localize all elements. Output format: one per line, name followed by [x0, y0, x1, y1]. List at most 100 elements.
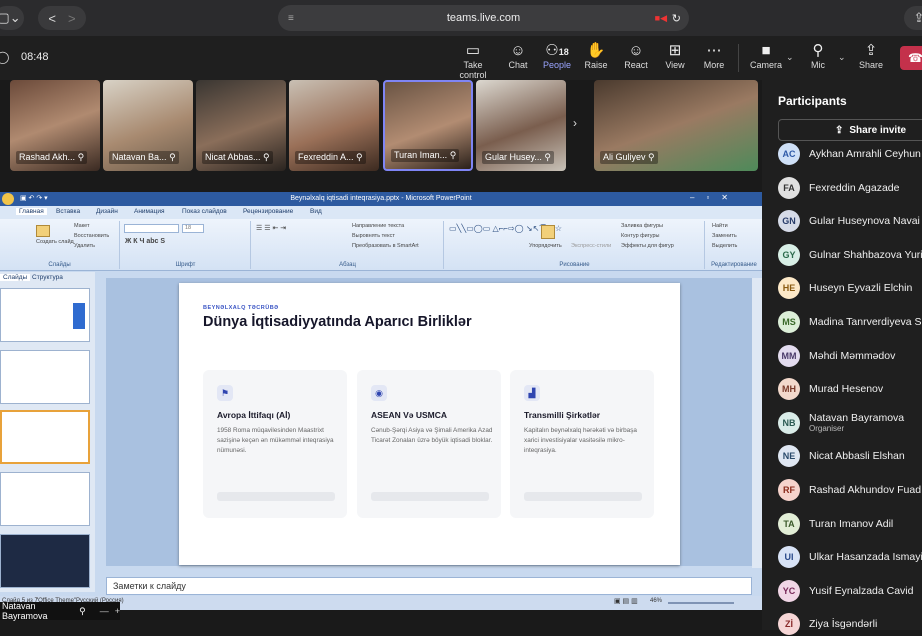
- share-icon: ⇪: [864, 42, 878, 59]
- ribbon-tab[interactable]: Вставка: [56, 208, 80, 215]
- participant-info: Gular Huseynova Navai: [809, 215, 920, 227]
- slide-thumbnail[interactable]: [0, 534, 90, 588]
- video-tile-speaking[interactable]: Turan Iman... ⚲: [383, 80, 473, 171]
- participant-row[interactable]: NE Nicat Abbasli Elshan: [778, 444, 905, 468]
- camera-button[interactable]: ■ Camera: [742, 42, 790, 70]
- share-invite-button[interactable]: ⇪ Share invite: [778, 119, 922, 141]
- globe-icon: ◉: [371, 385, 387, 401]
- list-icons[interactable]: ☰ ☰ ⇤ ⇥: [256, 224, 286, 232]
- video-tile[interactable]: Natavan Ba... ⚲: [103, 80, 193, 171]
- avatar: Zİ: [778, 613, 800, 636]
- participant-name: Fexreddin Agazade: [809, 181, 900, 194]
- participant-row[interactable]: YC Yusif Eynalzada Cavid: [778, 579, 913, 603]
- mic-off-icon: ⚲: [648, 152, 655, 162]
- participant-name: Yusif Eynalzada Cavid: [809, 584, 914, 597]
- participant-row[interactable]: AC Aykhan Amrahli Ceyhun: [778, 142, 921, 166]
- new-slide-icon[interactable]: [36, 225, 50, 237]
- leave-button[interactable]: ☎: [900, 46, 922, 70]
- mic-icon: ⚲: [544, 152, 551, 162]
- slide-thumbnail[interactable]: [0, 350, 90, 404]
- mic-button[interactable]: ⚲ Mic: [794, 42, 842, 70]
- avatar: MM: [778, 344, 800, 367]
- ribbon-tab[interactable]: Главная: [16, 208, 47, 215]
- slide-thumbnail-selected[interactable]: [0, 410, 90, 464]
- back-button[interactable]: <: [48, 11, 56, 26]
- camera-options-chevron-icon[interactable]: ⌄: [786, 52, 794, 63]
- participant-row[interactable]: TA Turan Imanov Adil: [778, 512, 893, 536]
- participant-row[interactable]: UI Ulkar Hasanzada Ismayil: [778, 545, 922, 569]
- reader-icon[interactable]: ≡: [288, 13, 294, 24]
- ribbon-group-paragraph: ☰ ☰ ⇤ ⇥ Направление текста Выровнять тек…: [252, 221, 444, 269]
- avatar: RF: [778, 479, 800, 501]
- sidebar-toggle-icon[interactable]: ▢⌄: [0, 6, 24, 30]
- camera-icon: ■: [761, 42, 771, 59]
- expand-icon[interactable]: +: [115, 606, 120, 616]
- mic-icon[interactable]: ⚲: [79, 606, 86, 617]
- avatar: UI: [778, 546, 800, 569]
- minimize-icon[interactable]: —: [100, 606, 109, 616]
- participant-info: Fexreddin Agazade: [809, 182, 899, 194]
- video-tile[interactable]: Fexreddin A... ⚲: [289, 80, 379, 171]
- mic-options-chevron-icon[interactable]: ⌄: [838, 52, 846, 63]
- ribbon-tab[interactable]: Анимация: [134, 208, 165, 215]
- video-tile[interactable]: Gular Husey... ⚲: [476, 80, 566, 171]
- card-description: Kapitalın beynəlxalq hərəkəti və birbaşa…: [524, 427, 637, 454]
- zoom-slider[interactable]: [668, 602, 734, 604]
- arrange-icon[interactable]: [541, 225, 555, 239]
- slide-thumbnail[interactable]: [0, 472, 90, 526]
- next-page-chevron-icon[interactable]: ›: [573, 116, 577, 130]
- slide-notes-field[interactable]: Заметки к слайду: [106, 577, 752, 595]
- avatar: AC: [778, 143, 800, 165]
- participant-name: Madina Tanrverdiyeva Sh: [809, 316, 922, 328]
- card-placeholder-bar: [524, 492, 642, 501]
- ribbon-tab[interactable]: Показ слайдов: [182, 208, 227, 215]
- participant-row[interactable]: MH Murad Hesenov: [778, 377, 883, 401]
- participant-row[interactable]: Zİ Ziya İsgəndərli: [778, 612, 877, 636]
- participant-row[interactable]: FA Fexreddin Agazade: [778, 176, 899, 200]
- participant-row[interactable]: MM Məhdi Məmmədov: [778, 344, 895, 368]
- participant-row[interactable]: MS Madina Tanrverdiyeva Sh: [778, 310, 922, 334]
- address-bar[interactable]: ≡ teams.live.com ■◀ ↻: [278, 5, 689, 31]
- share-button[interactable]: ⇪ Share: [847, 42, 895, 70]
- participant-row[interactable]: GN Gular Huseynova Navai: [778, 209, 920, 233]
- font-name-field[interactable]: [124, 224, 179, 233]
- participant-name: Gular Huseynova Navai: [809, 215, 920, 228]
- slide-thumbnail[interactable]: [0, 288, 90, 342]
- camera-recording-icon: ■◀: [654, 12, 667, 23]
- take-control-button[interactable]: ▭ Take control: [449, 42, 497, 80]
- card-placeholder-bar: [371, 492, 489, 501]
- participant-info: Məhdi Məmmədov: [809, 350, 895, 362]
- more-button[interactable]: ⋯ More: [690, 42, 738, 70]
- share-icon: ⇪: [835, 124, 844, 136]
- meeting-time: 08:48: [21, 51, 49, 63]
- ribbon-tab[interactable]: Вид: [310, 208, 322, 215]
- panel-tabs[interactable]: Слайды Структура: [0, 274, 63, 281]
- participant-name: Nicat Abbas... ⚲: [202, 151, 273, 164]
- video-tile[interactable]: Nicat Abbas... ⚲: [196, 80, 286, 171]
- forward-button[interactable]: >: [68, 11, 76, 26]
- share-page-icon[interactable]: ⇪: [904, 6, 922, 30]
- ribbon-tab[interactable]: Рецензирование: [243, 208, 293, 215]
- reload-icon[interactable]: ↻: [672, 12, 681, 25]
- office-button-icon[interactable]: [2, 193, 14, 205]
- font-size-field[interactable]: 18: [182, 224, 204, 233]
- ribbon-tab[interactable]: Дизайн: [96, 208, 118, 215]
- participant-row[interactable]: RF Rashad Akhundov Fuad: [778, 478, 921, 502]
- participant-row[interactable]: GY Gulnar Shahbazova Yurik: [778, 243, 922, 267]
- video-tile[interactable]: Rashad Akh... ⚲: [10, 80, 100, 171]
- slide[interactable]: BEYNƏLXALQ TƏCRÜBƏ Dünya İqtisadiyyatınd…: [179, 283, 680, 565]
- window-controls[interactable]: –▫✕: [690, 193, 740, 202]
- avatar: NE: [778, 445, 800, 468]
- slide-card: ⚑ Avropa İttifaqı (Aİ) 1958 Roma müqavil…: [203, 370, 347, 518]
- font-format-icons[interactable]: Ж К Ч abc S: [125, 238, 165, 245]
- people-count: 18: [558, 47, 569, 57]
- vertical-scrollbar[interactable]: [752, 278, 762, 568]
- participant-row[interactable]: NB Natavan Bayramova Organiser: [778, 411, 904, 435]
- participant-row[interactable]: HE Huseyn Eyvazli Elchin: [778, 276, 912, 300]
- active-speaker-video[interactable]: Ali Guliyev ⚲: [594, 80, 758, 171]
- ppt-title-bar: Beynəlxalq iqtisadi inteqrasiya.pptx - M…: [0, 192, 762, 206]
- view-buttons[interactable]: ▣ ▤ ▥: [614, 597, 638, 605]
- avatar: MH: [778, 378, 800, 401]
- avatar: GN: [778, 210, 800, 233]
- quick-access-icons[interactable]: ▣ ↶ ↷ ▾: [20, 194, 48, 202]
